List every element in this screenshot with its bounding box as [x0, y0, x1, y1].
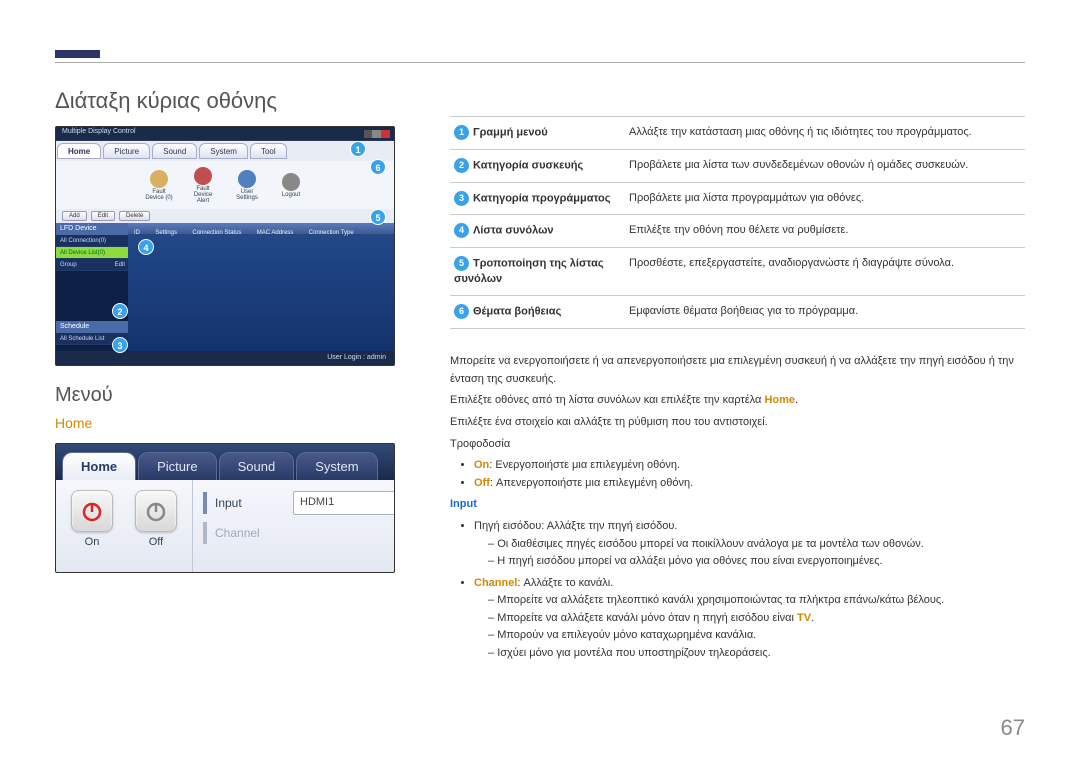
lp-schedule-header: Schedule: [56, 321, 128, 333]
p1: Μπορείτε να ενεργοποιήσετε ή να απενεργο…: [450, 353, 1025, 388]
badge-3: 3: [112, 337, 128, 353]
power-off-button[interactable]: Off: [128, 490, 184, 548]
s2-tab-picture[interactable]: Picture: [138, 452, 216, 480]
accent-bar: [203, 492, 207, 514]
channel-label: Channel: [215, 526, 293, 540]
status-bar: User Login : admin: [56, 351, 394, 365]
p4: Τροφοδοσία: [450, 436, 1025, 454]
li-input-s2: Η πηγή εισόδου μπορεί να αλλάξει μόνο γι…: [488, 553, 1025, 571]
channel-field-row: Channel: [193, 518, 395, 548]
row-label: Τροποποίηση της λίστας συνόλων: [454, 258, 604, 285]
li-on: On: Ενεργοποιήστε μια επιλεγμένη οθόνη.: [474, 457, 1025, 475]
toolbar-fault-device[interactable]: Fault Device (0): [144, 170, 174, 201]
tabs-row: Home Picture Sound System Tool: [56, 141, 394, 161]
lp-group[interactable]: Group Edit: [56, 259, 128, 271]
screenshot-main-layout: Multiple Display Control Home Picture So…: [55, 126, 395, 366]
li-off: Off: Απενεργοποιήστε μια επιλεγμένη οθόν…: [474, 475, 1025, 493]
row-desc: Εμφανίστε θέματα βοήθειας για το πρόγραμ…: [625, 296, 1025, 329]
row-label: Κατηγορία συσκευής: [473, 159, 583, 171]
num-4: 4: [454, 223, 469, 238]
definitions-table: 1 Γραμμή μενού Αλλάξτε την κατάσταση μιας …: [450, 116, 1025, 329]
s2-tab-home[interactable]: Home: [62, 452, 136, 480]
num-5: 5: [454, 256, 469, 271]
s2-tab-system[interactable]: System: [296, 452, 377, 480]
ch-s2: Μπορείτε να αλλάξετε κανάλι μόνο όταν η …: [488, 610, 1025, 628]
power-on-button[interactable]: On: [64, 490, 120, 548]
row-label: Κατηγορία προγράμματος: [473, 192, 611, 204]
input-field-row: Input HDMI1: [193, 488, 395, 518]
edit-button[interactable]: Edit: [91, 211, 115, 221]
p3: Επιλέξτε ένα στοιχείο και αλλάξτε τη ρύθ…: [450, 414, 1025, 432]
num-1: 1: [454, 125, 469, 140]
row-desc: Προσθέστε, επεξεργαστείτε, αναδιοργανώστ…: [625, 248, 1025, 296]
accent-bar-dim: [203, 522, 207, 544]
header-accent: [55, 50, 100, 58]
toolbar: Fault Device (0) Fault Device Alert User…: [56, 161, 394, 209]
num-2: 2: [454, 158, 469, 173]
table-header: ID Settings Connection Status MAC Addres…: [128, 223, 394, 235]
lp-header: LFD Device: [56, 223, 128, 235]
ch-s3: Μπορούν να επιλεγούν μόνο καταχωρημένα κ…: [488, 627, 1025, 645]
ch-s1: Μπορείτε να αλλάξετε τηλεοπτικό κανάλι χ…: [488, 592, 1025, 610]
page-number: 67: [1001, 715, 1025, 741]
section-title: Διάταξη κύριας οθόνης: [55, 88, 395, 114]
home-subtitle: Home: [55, 415, 395, 431]
row-label: Θέματα βοήθειας: [473, 306, 561, 318]
row-desc: Αλλάξτε την κατάσταση μιας οθόνης ή τις …: [625, 117, 1025, 150]
li-channel: Channel: Αλλάξτε το κανάλι. Μπορείτε να …: [474, 575, 1025, 663]
badge-4: 4: [138, 239, 154, 255]
badge-6: 6: [370, 159, 386, 175]
lp-item[interactable]: All Connection(0): [56, 235, 128, 247]
ch-s4: Ισχύει μόνο για μοντέλα που υποστηρίζουν…: [488, 645, 1025, 663]
toolbar-fault-alert[interactable]: Fault Device Alert: [188, 167, 218, 204]
badge-1: 1: [350, 141, 366, 157]
input-heading: Input: [450, 496, 1025, 514]
num-3: 3: [454, 191, 469, 206]
add-button[interactable]: Add: [62, 211, 87, 221]
toolbar-user-settings[interactable]: User Settings: [232, 170, 262, 201]
header-line: [55, 62, 1025, 63]
badge-2: 2: [112, 303, 128, 319]
input-value[interactable]: HDMI1: [293, 491, 395, 515]
row-desc: Επιλέξτε την οθόνη που θέλετε να ρυθμίσε…: [625, 215, 1025, 248]
row-label: Λίστα συνόλων: [473, 225, 554, 237]
window-title: Multiple Display Control: [62, 128, 136, 135]
input-label: Input: [215, 496, 293, 510]
row-desc: Προβάλετε μια λίστα των συνδεδεμένων οθο…: [625, 149, 1025, 182]
menu-title: Μενού: [55, 384, 395, 407]
row-desc: Προβάλετε μια λίστα προγραμμάτων για οθό…: [625, 182, 1025, 215]
li-input: Πηγή εισόδου: Αλλάξτε την πηγή εισόδου. …: [474, 518, 1025, 571]
badge-5: 5: [370, 209, 386, 225]
delete-button[interactable]: Delete: [119, 211, 150, 221]
li-input-s1: Οι διαθέσιμες πηγές εισόδου μπορεί να πο…: [488, 536, 1025, 554]
main-panel: ID Settings Connection Status MAC Addres…: [128, 223, 394, 365]
s2-tab-sound[interactable]: Sound: [219, 452, 295, 480]
off-label: Off: [128, 536, 184, 548]
tab-picture[interactable]: Picture: [103, 143, 150, 159]
prose-block: Μπορείτε να ενεργοποιήσετε ή να απενεργο…: [450, 353, 1025, 663]
tab-tool[interactable]: Tool: [250, 143, 287, 159]
action-row: Add Edit Delete: [56, 209, 394, 223]
num-6: 6: [454, 304, 469, 319]
tab-home[interactable]: Home: [57, 143, 101, 159]
on-label: On: [64, 536, 120, 548]
screenshot-home-tab: Home Picture Sound System On Off: [55, 443, 395, 573]
p2: Επιλέξτε οθόνες από τη λίστα συνόλων και…: [450, 392, 1025, 410]
tab-system[interactable]: System: [199, 143, 248, 159]
row-label: Γραμμή μενού: [473, 126, 548, 138]
lp-item-active[interactable]: All Device List(0): [56, 247, 128, 259]
tab-sound[interactable]: Sound: [152, 143, 197, 159]
toolbar-logout[interactable]: Logout: [276, 173, 306, 198]
